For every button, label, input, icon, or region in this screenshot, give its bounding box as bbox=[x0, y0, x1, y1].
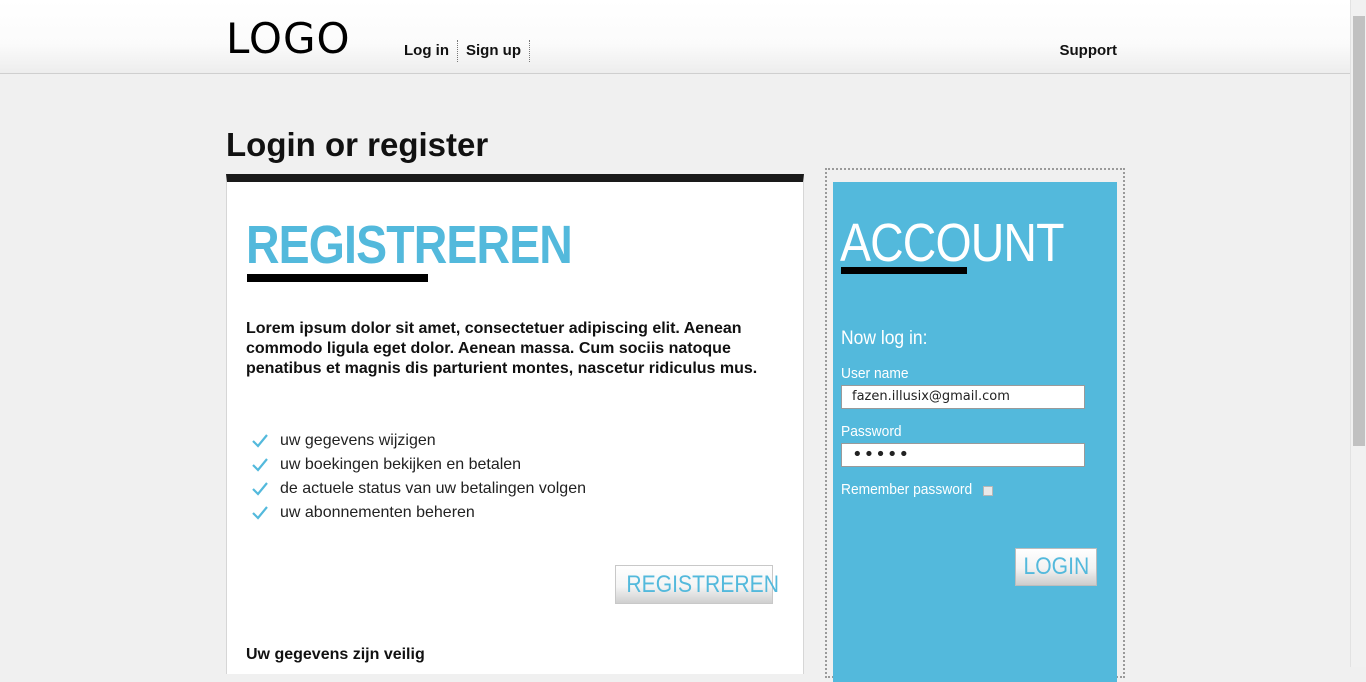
list-item: uw gegevens wijzigen bbox=[251, 429, 586, 453]
register-heading-underline bbox=[247, 274, 428, 282]
header: LOGO Log in Sign up Support bbox=[0, 0, 1350, 74]
data-safe-text: Uw gegevens zijn veilig bbox=[246, 646, 425, 663]
login-button[interactable]: LOGIN bbox=[1015, 548, 1097, 586]
now-login-text: Now log in: bbox=[841, 328, 928, 349]
support-link[interactable]: Support bbox=[1060, 40, 1118, 62]
page-title: Login or register bbox=[226, 126, 489, 163]
register-heading: REGISTREREN bbox=[246, 215, 573, 275]
main-nav: Log in Sign up bbox=[396, 40, 530, 62]
login-button-label: LOGIN bbox=[1023, 553, 1089, 580]
checkmark-icon bbox=[252, 458, 268, 472]
list-item: de actuele status van uw betalingen volg… bbox=[251, 477, 586, 501]
checkmark-icon bbox=[252, 506, 268, 520]
vertical-scrollbar[interactable] bbox=[1350, 0, 1366, 667]
account-panel-frame: ACCOUNT Now log in: User name fazen.illu… bbox=[825, 168, 1125, 682]
username-field[interactable]: fazen.illusix@gmail.com bbox=[841, 385, 1085, 409]
nav-login-link[interactable]: Log in bbox=[396, 40, 458, 62]
list-item: uw abonnementen beheren bbox=[251, 501, 586, 525]
account-heading-underline bbox=[841, 267, 967, 274]
username-label: User name bbox=[841, 365, 909, 382]
register-button[interactable]: REGISTREREN bbox=[615, 565, 779, 604]
remember-password-checkbox[interactable] bbox=[983, 486, 993, 496]
register-panel: REGISTREREN Lorem ipsum dolor sit amet, … bbox=[226, 174, 804, 674]
register-intro-text: Lorem ipsum dolor sit amet, consectetuer… bbox=[246, 320, 758, 377]
benefit-text: de actuele status van uw betalingen volg… bbox=[280, 480, 586, 497]
checkmark-icon bbox=[252, 434, 268, 448]
checkmark-icon bbox=[252, 482, 268, 496]
benefit-text: uw gegevens wijzigen bbox=[280, 432, 436, 449]
account-heading: ACCOUNT bbox=[840, 213, 1064, 273]
nav-signup-link[interactable]: Sign up bbox=[458, 40, 530, 62]
password-label: Password bbox=[841, 423, 902, 440]
benefit-text: uw abonnementen beheren bbox=[280, 504, 475, 521]
register-button-label: REGISTREREN bbox=[626, 571, 779, 598]
benefits-list: uw gegevens wijzigen uw boekingen bekijk… bbox=[251, 429, 586, 525]
remember-password-label: Remember password bbox=[841, 481, 973, 498]
logo[interactable]: LOGO bbox=[226, 18, 351, 60]
account-panel: ACCOUNT Now log in: User name fazen.illu… bbox=[833, 182, 1117, 682]
password-field[interactable]: ••••• bbox=[841, 443, 1085, 467]
scrollbar-thumb[interactable] bbox=[1353, 16, 1365, 446]
list-item: uw boekingen bekijken en betalen bbox=[251, 453, 586, 477]
benefit-text: uw boekingen bekijken en betalen bbox=[280, 456, 522, 473]
